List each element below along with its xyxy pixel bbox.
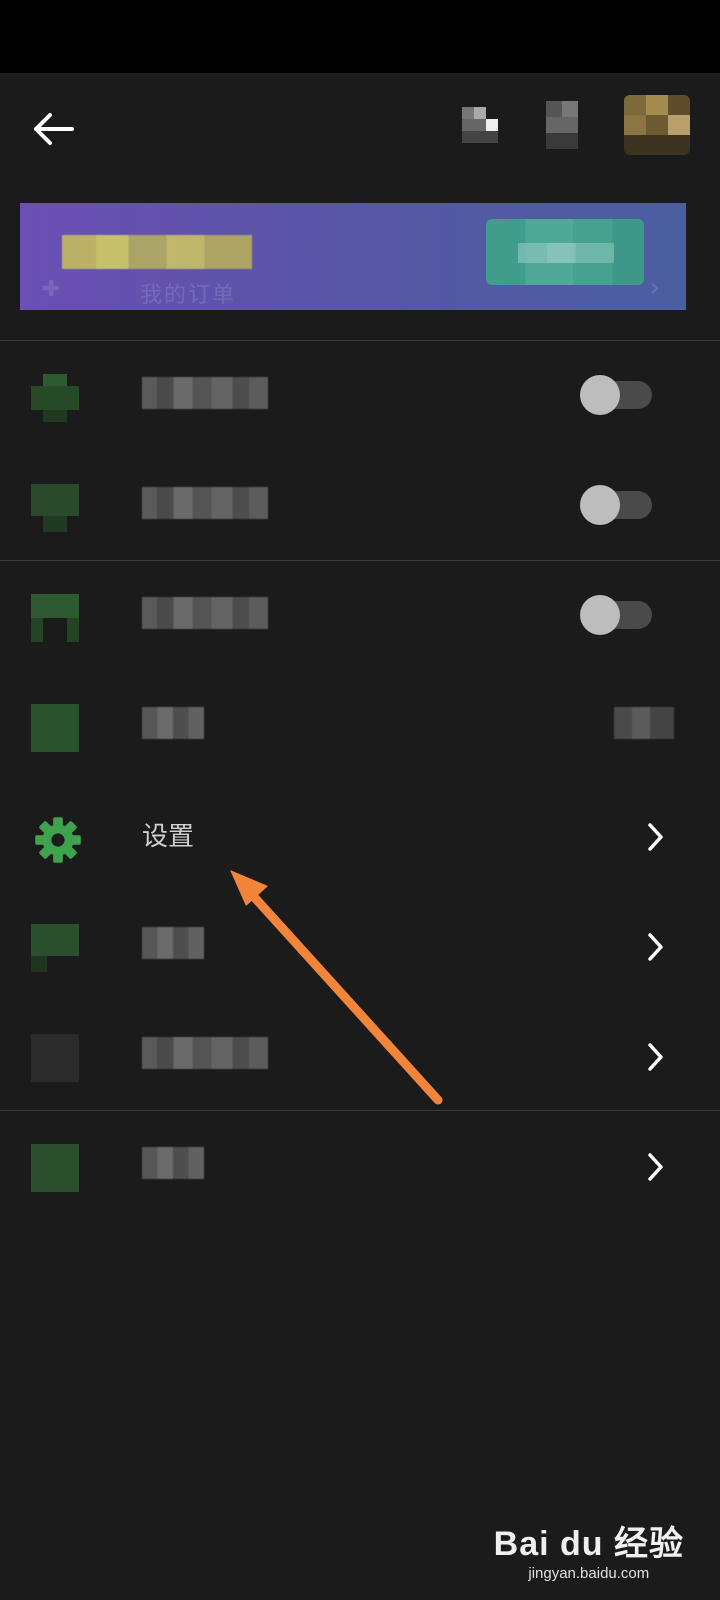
order-icon: ✚ <box>42 277 61 302</box>
item-icon <box>31 594 79 642</box>
toggle-knob <box>580 595 620 635</box>
toggle-switch[interactable] <box>580 485 652 525</box>
item-icon <box>31 1144 79 1192</box>
item-label <box>142 597 268 629</box>
item-label <box>142 1037 268 1069</box>
vip-banner[interactable]: ✚ 我的订单 › <box>20 203 686 310</box>
toggle-knob <box>580 375 620 415</box>
item-value <box>614 707 674 739</box>
list-item[interactable] <box>0 1115 720 1225</box>
watermark-logo: Bai du 经验 <box>493 1525 684 1563</box>
chevron-right-icon: › <box>649 273 660 303</box>
list-item[interactable] <box>0 345 720 455</box>
list-item[interactable] <box>0 895 720 1005</box>
list-item[interactable] <box>0 1005 720 1115</box>
item-label <box>142 1147 204 1179</box>
toggle-switch[interactable] <box>580 375 652 415</box>
back-button[interactable] <box>30 107 82 151</box>
banner-title <box>62 235 252 269</box>
item-icon <box>31 374 79 422</box>
banner-action-button[interactable] <box>486 219 644 285</box>
item-label <box>142 707 204 739</box>
settings-label: 设置 <box>142 822 195 852</box>
list-item[interactable] <box>0 565 720 675</box>
toggle-knob <box>580 485 620 525</box>
avatar[interactable] <box>624 95 690 155</box>
item-icon <box>31 924 79 972</box>
divider <box>0 1110 720 1111</box>
message-icon[interactable] <box>546 101 594 151</box>
banner-action-label <box>518 243 614 263</box>
divider <box>0 340 720 341</box>
item-icon <box>31 704 79 752</box>
top-bar <box>0 73 720 183</box>
settings-item[interactable]: 设置 <box>0 785 720 895</box>
toggle-switch[interactable] <box>580 595 652 635</box>
divider <box>0 560 720 561</box>
chevron-right-icon <box>648 1043 663 1071</box>
list-item[interactable] <box>0 675 720 785</box>
banner-subtitle: 我的订单 <box>140 283 237 308</box>
watermark: Bai du 经验 jingyan.baidu.com <box>494 1516 684 1582</box>
sync-icon[interactable] <box>462 107 510 157</box>
chevron-right-icon <box>648 1153 663 1181</box>
item-label <box>142 377 268 409</box>
chevron-right-icon <box>648 933 663 961</box>
arrow-left-icon <box>34 113 74 145</box>
chevron-right-icon <box>648 823 663 851</box>
list-item[interactable] <box>0 455 720 565</box>
item-icon <box>31 1034 79 1082</box>
status-bar <box>0 0 720 73</box>
item-icon <box>31 484 79 532</box>
gear-icon <box>35 817 81 863</box>
watermark-url: jingyan.baidu.com <box>528 1565 650 1582</box>
item-label <box>142 487 268 519</box>
item-label <box>142 927 204 959</box>
